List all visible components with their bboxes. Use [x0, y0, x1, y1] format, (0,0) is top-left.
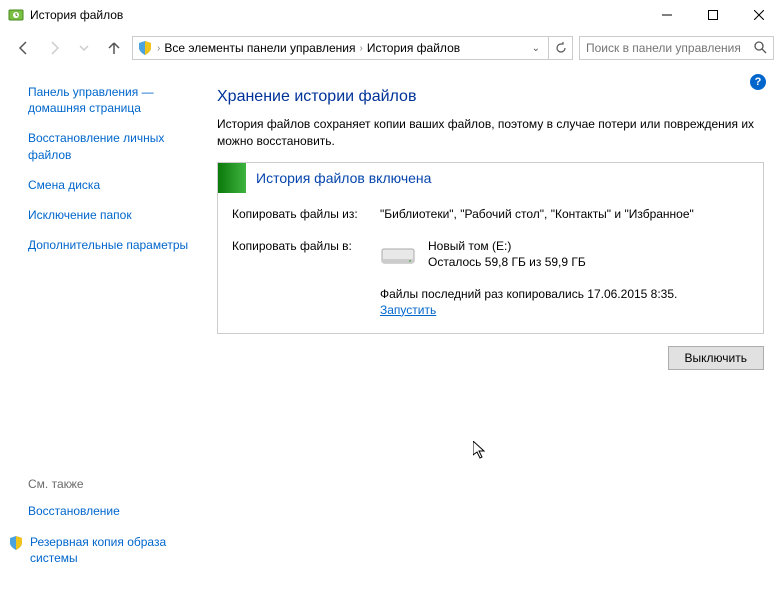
- drive-icon: [380, 241, 416, 269]
- main-content: Хранение истории файлов История файлов с…: [205, 66, 782, 592]
- app-icon: [8, 7, 24, 23]
- see-also-heading: См. также: [28, 477, 189, 491]
- page-heading: Хранение истории файлов: [217, 88, 764, 106]
- status-bar: История файлов включена: [218, 163, 763, 193]
- address-dropdown[interactable]: ⌄: [528, 43, 544, 54]
- shield-icon: [8, 535, 24, 551]
- search-icon[interactable]: [753, 40, 767, 57]
- sidebar-link-select-drive[interactable]: Смена диска: [28, 177, 189, 193]
- drive-space: Осталось 59,8 ГБ из 59,9 ГБ: [428, 255, 586, 269]
- sidebar-link-restore[interactable]: Восстановление личных файлов: [28, 130, 189, 162]
- status-text: История файлов включена: [246, 170, 431, 186]
- copy-to-label: Копировать файлы в:: [232, 239, 362, 253]
- status-indicator: [218, 163, 246, 193]
- up-button[interactable]: [102, 36, 126, 60]
- search-box[interactable]: [579, 36, 774, 60]
- control-panel-icon: [137, 40, 153, 56]
- drive-name: Новый том (E:): [428, 239, 586, 253]
- nav-bar: › Все элементы панели управления › Истор…: [0, 30, 782, 66]
- breadcrumb-item[interactable]: Все элементы панели управления: [164, 41, 355, 55]
- search-input[interactable]: [586, 41, 753, 55]
- chevron-right-icon: ›: [157, 43, 160, 54]
- close-button[interactable]: [736, 0, 782, 30]
- help-icon[interactable]: ?: [750, 74, 766, 90]
- turn-off-button[interactable]: Выключить: [668, 346, 764, 370]
- copy-from-value: "Библиотеки", "Рабочий стол", "Контакты"…: [380, 207, 694, 221]
- forward-button[interactable]: [42, 36, 66, 60]
- last-copy-text: Файлы последний раз копировались 17.06.2…: [380, 287, 749, 301]
- maximize-button[interactable]: [690, 0, 736, 30]
- sidebar-link-advanced[interactable]: Дополнительные параметры: [28, 237, 189, 253]
- refresh-button[interactable]: [549, 36, 573, 60]
- sidebar-link-exclude[interactable]: Исключение папок: [28, 207, 189, 223]
- sidebar-link-home[interactable]: Панель управления — домашняя страница: [28, 84, 189, 116]
- title-bar: История файлов: [0, 0, 782, 30]
- sidebar-link-recovery[interactable]: Восстановление: [28, 503, 189, 519]
- window-title: История файлов: [30, 8, 644, 22]
- page-description: История файлов сохраняет копии ваших фай…: [217, 116, 764, 150]
- sidebar: Панель управления — домашняя страница Во…: [0, 66, 205, 592]
- address-bar[interactable]: › Все элементы панели управления › Истор…: [132, 36, 549, 60]
- copy-from-label: Копировать файлы из:: [232, 207, 362, 221]
- recent-dropdown[interactable]: [72, 36, 96, 60]
- status-panel: История файлов включена Копировать файлы…: [217, 162, 764, 334]
- back-button[interactable]: [12, 36, 36, 60]
- chevron-right-icon: ›: [359, 43, 362, 54]
- run-now-link[interactable]: Запустить: [380, 303, 436, 317]
- breadcrumb-item[interactable]: История файлов: [367, 41, 460, 55]
- minimize-button[interactable]: [644, 0, 690, 30]
- sidebar-link-system-image[interactable]: Резервная копия образа системы: [30, 534, 189, 566]
